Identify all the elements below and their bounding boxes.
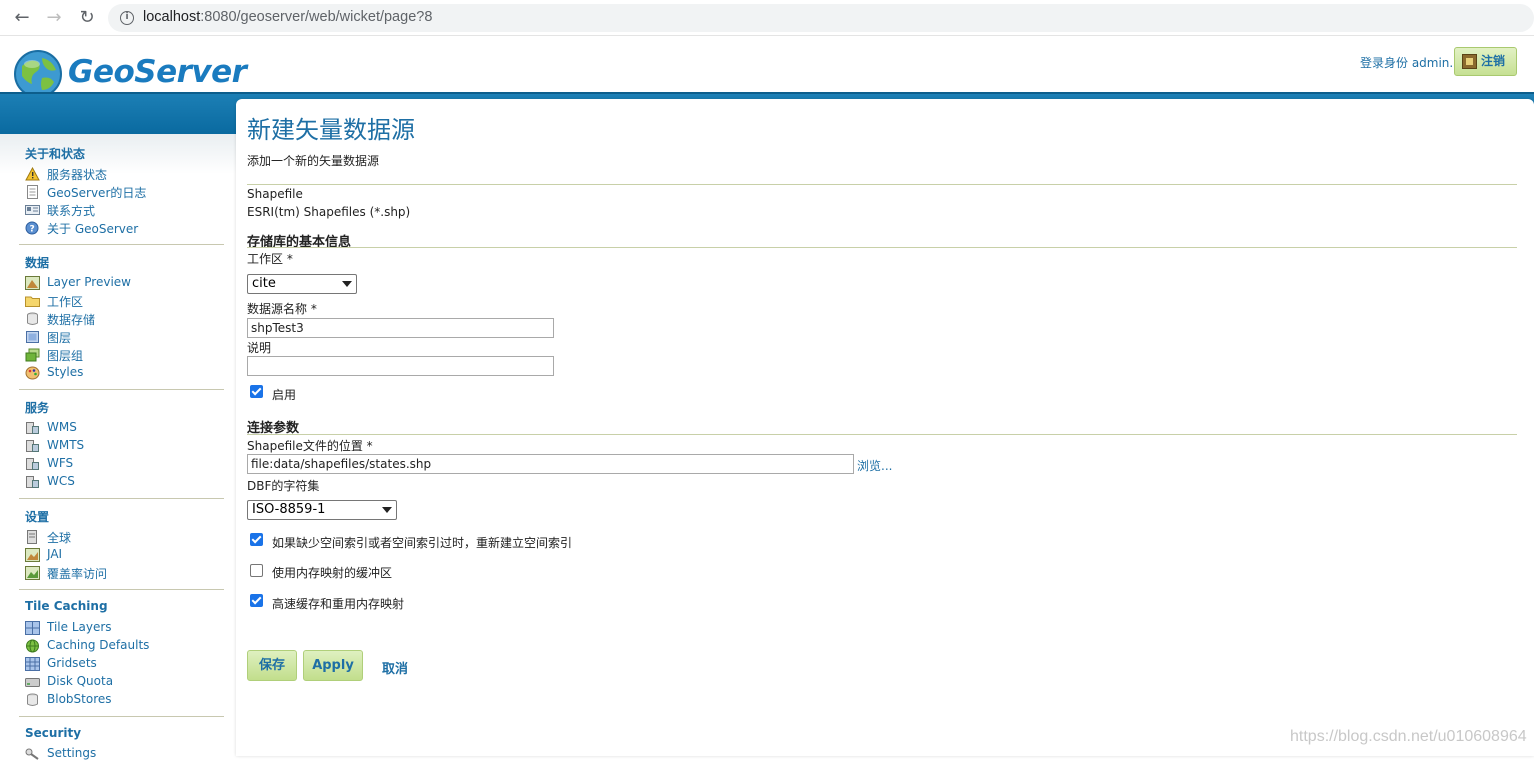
charset-selected-value: ISO-8859-1 bbox=[252, 502, 326, 517]
apply-button[interactable]: Apply bbox=[303, 650, 363, 681]
folder-icon bbox=[25, 296, 40, 307]
document-icon bbox=[27, 185, 38, 199]
dbf-charset-label: DBF的字符集 bbox=[247, 479, 320, 493]
description-input[interactable] bbox=[247, 356, 554, 376]
disk-icon bbox=[25, 678, 40, 687]
service-icon bbox=[26, 458, 39, 470]
store-name-label: 数据源名称 * bbox=[247, 302, 317, 316]
logout-icon bbox=[1462, 54, 1477, 69]
divider bbox=[247, 247, 1517, 248]
sidebar-divider bbox=[19, 389, 224, 390]
divider bbox=[247, 434, 1517, 435]
sidebar-section-data: 数据 bbox=[25, 256, 50, 270]
image-settings-icon bbox=[25, 548, 40, 562]
store-name-input[interactable]: shpTest3 bbox=[247, 318, 554, 338]
service-icon bbox=[26, 440, 39, 452]
layer-group-icon bbox=[25, 348, 40, 362]
reload-icon[interactable]: ↻ bbox=[77, 8, 97, 28]
database-icon bbox=[27, 312, 38, 325]
enabled-checkbox[interactable] bbox=[250, 385, 263, 398]
warning-icon bbox=[25, 167, 40, 181]
watermark: https://blog.csdn.net/u010608964 bbox=[1290, 728, 1527, 745]
coverage-icon bbox=[25, 566, 40, 580]
back-arrow-icon[interactable]: ← bbox=[12, 8, 32, 28]
memory-mapped-buffer-checkbox[interactable] bbox=[250, 564, 263, 577]
chevron-down-icon bbox=[382, 507, 392, 513]
forward-arrow-icon[interactable]: → bbox=[44, 8, 64, 28]
description-label: 说明 bbox=[247, 341, 272, 355]
shapefile-location-input[interactable]: file:data/shapefiles/states.shp bbox=[247, 454, 854, 474]
shapefile-location-label: Shapefile文件的位置 * bbox=[247, 439, 373, 453]
workspace-selected-value: cite bbox=[252, 276, 276, 291]
service-icon bbox=[26, 476, 39, 488]
palette-icon bbox=[25, 366, 40, 380]
svg-text:?: ? bbox=[30, 225, 35, 235]
sidebar-divider bbox=[19, 589, 224, 590]
chevron-down-icon bbox=[342, 281, 352, 287]
sidebar-section-services: 服务 bbox=[25, 401, 50, 415]
dbf-charset-select[interactable]: ISO-8859-1 bbox=[247, 500, 397, 520]
globe-icon bbox=[26, 639, 39, 653]
store-type: Shapefile bbox=[247, 187, 303, 201]
database-icon bbox=[27, 693, 38, 706]
login-status: 登录身份 admin. bbox=[1360, 56, 1454, 70]
contact-card-icon bbox=[25, 205, 40, 215]
content-panel bbox=[236, 99, 1534, 756]
cache-memory-maps-checkbox[interactable] bbox=[250, 594, 263, 607]
geoserver-logo-text[interactable]: GeoServer bbox=[68, 54, 247, 90]
layer-icon bbox=[26, 331, 39, 343]
url-text[interactable]: localhost:8080/geoserver/web/wicket/page… bbox=[143, 9, 432, 25]
rebuild-index-label: 如果缺少空间索引或者空间索引过时，重新建立空间索引 bbox=[272, 536, 573, 550]
sidebar-divider bbox=[19, 244, 224, 245]
service-icon bbox=[26, 422, 39, 434]
logout-label: 注销 bbox=[1481, 54, 1506, 68]
help-icon: ? bbox=[25, 221, 39, 235]
grid-icon bbox=[25, 657, 40, 671]
app-header: GeoServer 登录身份 admin. 注销 bbox=[0, 36, 1534, 98]
address-bar[interactable]: i localhost:8080/geoserver/web/wicket/pa… bbox=[108, 4, 1534, 32]
memory-mapped-buffer-label: 使用内存映射的缓冲区 bbox=[272, 566, 393, 580]
logout-button[interactable]: 注销 bbox=[1454, 47, 1517, 76]
enabled-label: 启用 bbox=[272, 388, 297, 402]
save-button[interactable]: 保存 bbox=[247, 650, 297, 681]
sidebar-section-settings: 设置 bbox=[25, 510, 50, 524]
info-icon[interactable]: i bbox=[120, 11, 134, 25]
tile-grid-icon bbox=[25, 621, 40, 635]
sidebar-divider bbox=[19, 716, 224, 717]
store-type-description: ESRI(tm) Shapefiles (*.shp) bbox=[247, 205, 411, 219]
cache-memory-maps-label: 高速缓存和重用内存映射 bbox=[272, 597, 405, 611]
workspace-label: 工作区 * bbox=[247, 252, 293, 266]
browse-link[interactable]: 浏览... bbox=[857, 457, 892, 474]
sidebar-divider bbox=[19, 498, 224, 499]
server-icon bbox=[27, 530, 37, 544]
divider bbox=[247, 184, 1517, 185]
layer-preview-icon bbox=[25, 276, 40, 290]
key-icon bbox=[25, 748, 39, 760]
rebuild-index-checkbox[interactable] bbox=[250, 533, 263, 546]
browser-toolbar: ← → ↻ i localhost:8080/geoserver/web/wic… bbox=[0, 0, 1534, 36]
sidebar-section-security: Security bbox=[25, 726, 82, 740]
page-title: 新建矢量数据源 bbox=[247, 116, 415, 144]
workspace-select[interactable]: cite bbox=[247, 274, 357, 294]
cancel-link[interactable]: 取消 bbox=[382, 658, 408, 677]
sidebar-section-tile-caching: Tile Caching bbox=[25, 599, 108, 613]
page-description: 添加一个新的矢量数据源 bbox=[247, 154, 380, 168]
sidebar-section-about: 关于和状态 bbox=[25, 147, 86, 161]
